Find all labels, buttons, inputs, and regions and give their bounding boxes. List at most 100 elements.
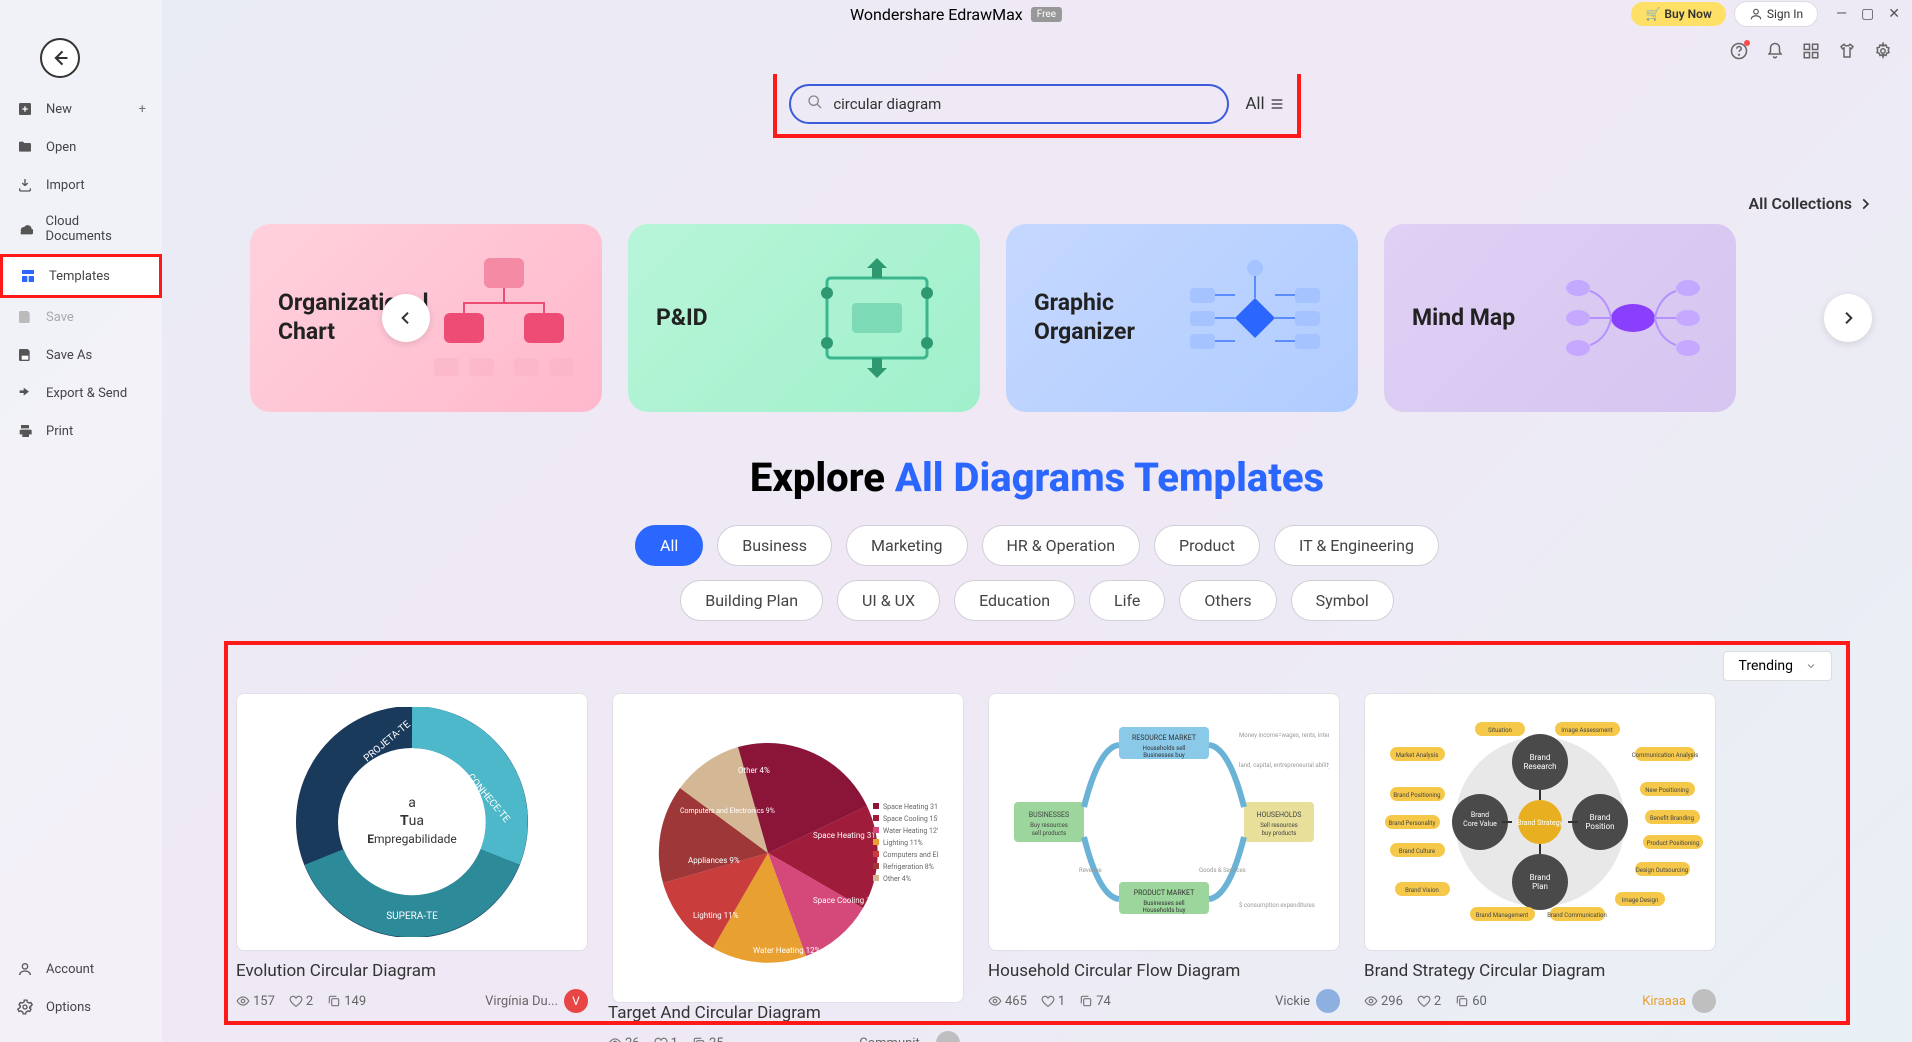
chip-product[interactable]: Product	[1154, 525, 1260, 566]
heart-icon	[1417, 994, 1431, 1008]
svg-text:Plan: Plan	[1532, 882, 1548, 891]
chip-symbol[interactable]: Symbol	[1291, 580, 1394, 621]
minimize-icon[interactable]: —	[1836, 6, 1847, 22]
sort-dropdown[interactable]: Trending	[1723, 651, 1832, 681]
search-input[interactable]	[833, 95, 1211, 113]
svg-text:New Positioning: New Positioning	[1645, 787, 1688, 794]
user-icon	[1749, 7, 1763, 21]
back-button[interactable]	[40, 38, 80, 78]
copies-stat: 25	[692, 1036, 724, 1042]
filter-chips: All Business Marketing HR & Operation Pr…	[587, 525, 1487, 621]
template-card[interactable]: RESOURCE MARKET Households sell Business…	[988, 693, 1340, 1013]
views-stat: 26	[608, 1036, 640, 1042]
eye-icon	[608, 1036, 622, 1042]
copy-icon	[1079, 994, 1093, 1008]
sidebar-item-saveas[interactable]: Save As	[0, 336, 162, 374]
maximize-icon[interactable]: ▢	[1861, 6, 1874, 22]
chip-marketing[interactable]: Marketing	[846, 525, 967, 566]
buy-now-button[interactable]: 🛒 Buy Now	[1631, 2, 1725, 26]
gear-icon[interactable]	[1874, 42, 1892, 60]
sidebar-item-label: Save As	[46, 348, 92, 363]
chip-life[interactable]: Life	[1089, 580, 1165, 621]
bell-icon[interactable]	[1766, 42, 1784, 60]
chip-business[interactable]: Business	[717, 525, 832, 566]
sidebar-item-open[interactable]: Open	[0, 128, 162, 166]
likes-stat: 1	[654, 1036, 678, 1042]
copies-stat: 60	[1455, 994, 1487, 1009]
toolbar	[0, 28, 1912, 74]
svg-text:Space Cooling 15%: Space Cooling 15%	[813, 896, 881, 905]
svg-text:Households buy: Households buy	[1143, 907, 1186, 914]
avatar: V	[564, 989, 588, 1013]
help-icon[interactable]	[1730, 42, 1748, 60]
sidebar-item-templates[interactable]: Templates	[0, 254, 162, 298]
template-meta: 26 1 25 Communit...	[608, 1031, 960, 1042]
chip-all[interactable]: All	[635, 525, 703, 566]
avatar	[1692, 989, 1716, 1013]
svg-text:Communication Analysis: Communication Analysis	[1632, 752, 1698, 759]
grid-icon[interactable]	[1802, 42, 1820, 60]
sidebar-item-new[interactable]: New +	[0, 90, 162, 128]
search-box[interactable]	[789, 84, 1229, 124]
svg-text:Brand Strategy: Brand Strategy	[1517, 819, 1563, 827]
sidebar-item-account[interactable]: Account	[0, 950, 162, 988]
copies-stat: 74	[1079, 994, 1111, 1009]
svg-text:Households sell: Households sell	[1143, 745, 1186, 752]
search-highlight: All	[773, 74, 1300, 138]
category-card-pid[interactable]: P&ID	[628, 224, 980, 412]
chip-others[interactable]: Others	[1179, 580, 1276, 621]
sidebar-item-options[interactable]: Options	[0, 988, 162, 1026]
svg-text:sell products: sell products	[1032, 830, 1066, 837]
all-filter-label: All	[1245, 94, 1264, 114]
svg-text:SUPERA-TE: SUPERA-TE	[386, 911, 438, 922]
svg-text:buy products: buy products	[1262, 830, 1297, 837]
print-icon	[16, 422, 34, 440]
all-collections-link[interactable]: All Collections	[1749, 194, 1873, 213]
category-next-button[interactable]	[1824, 294, 1872, 342]
template-card[interactable]: a Tua Empregabilidade PROJETA-TE CONHECE…	[236, 693, 588, 1013]
sidebar: New + Open Import Cloud Documents Templa…	[0, 0, 162, 1042]
category-card-graphic-organizer[interactable]: Graphic Organizer	[1006, 224, 1358, 412]
svg-text:Space Cooling 15%: Space Cooling 15%	[883, 815, 938, 823]
sidebar-item-export[interactable]: Export & Send	[0, 374, 162, 412]
chip-hr[interactable]: HR & Operation	[982, 525, 1141, 566]
sign-in-button[interactable]: Sign In	[1734, 1, 1818, 27]
category-row: Organizational Chart P&ID	[162, 224, 1912, 412]
sidebar-item-print[interactable]: Print	[0, 412, 162, 450]
window-controls: — ▢ ✕	[1836, 6, 1900, 22]
views-stat: 157	[236, 994, 275, 1009]
close-icon[interactable]: ✕	[1888, 6, 1900, 22]
copy-icon	[1455, 994, 1469, 1008]
template-title: Brand Strategy Circular Diagram	[1364, 961, 1716, 981]
sidebar-item-import[interactable]: Import	[0, 166, 162, 204]
eye-icon	[988, 994, 1002, 1008]
svg-text:Benefit Branding: Benefit Branding	[1650, 815, 1694, 822]
category-title: P&ID	[656, 304, 802, 333]
template-card[interactable]: Brand Research Brand Position Brand Plan…	[1364, 693, 1716, 1013]
explore-prefix: Explore	[750, 454, 895, 501]
template-thumbnail: RESOURCE MARKET Households sell Business…	[988, 693, 1340, 951]
saveas-icon	[16, 346, 34, 364]
category-card-mind-map[interactable]: Mind Map	[1384, 224, 1736, 412]
category-prev-button[interactable]	[382, 294, 430, 342]
export-icon	[16, 384, 34, 402]
svg-text:a: a	[408, 795, 416, 811]
results-highlight: Trending a Tua Empregabilidade PROJETA-T…	[224, 641, 1850, 1025]
chip-uiux[interactable]: UI & UX	[837, 580, 940, 621]
shirt-icon[interactable]	[1838, 42, 1856, 60]
buy-now-label: Buy Now	[1664, 7, 1711, 21]
template-meta: 296 2 60 Kiraaaa	[1364, 989, 1716, 1013]
chip-it[interactable]: IT & Engineering	[1274, 525, 1439, 566]
plus-icon[interactable]: +	[139, 102, 146, 117]
chip-building[interactable]: Building Plan	[680, 580, 823, 621]
svg-text:Refrigeration 8%: Refrigeration 8%	[883, 863, 934, 871]
svg-text:Brand Culture: Brand Culture	[1399, 848, 1435, 855]
template-card[interactable]: Space Heating 31% Space Cooling 15% Wate…	[612, 693, 964, 1013]
cloud-icon	[16, 220, 34, 238]
chip-education[interactable]: Education	[954, 580, 1075, 621]
svg-text:Computers and Electronics 9%: Computers and Electronics 9%	[680, 807, 775, 815]
sidebar-item-cloud[interactable]: Cloud Documents	[0, 204, 162, 254]
all-collections-label: All Collections	[1749, 194, 1853, 213]
all-filter[interactable]: All	[1245, 94, 1284, 114]
chevron-right-icon	[1858, 197, 1872, 211]
